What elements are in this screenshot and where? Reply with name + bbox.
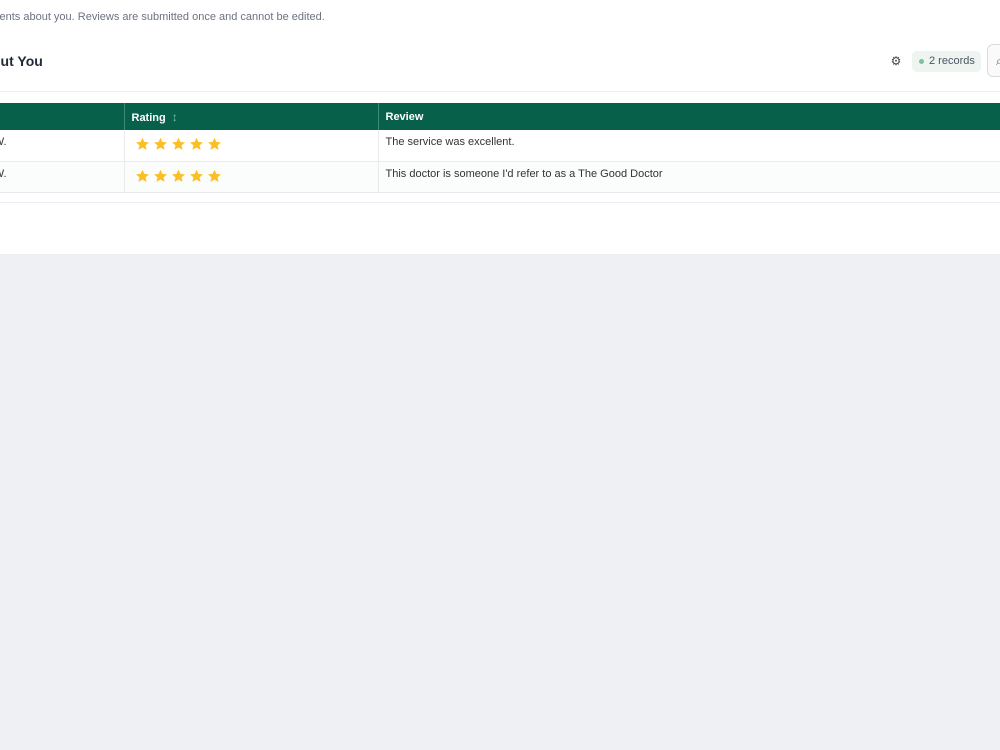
toolbar-button[interactable]: ⌕	[987, 44, 1000, 77]
search-icon: ⌕	[996, 54, 1000, 68]
review-cell: The service was excellent.	[378, 130, 1000, 162]
star-icon	[153, 137, 167, 150]
status-dot-icon	[919, 59, 924, 64]
column-header-patient[interactable]: tient	[0, 103, 125, 130]
star-icon	[171, 137, 185, 150]
star-rating	[132, 168, 222, 183]
star-icon	[135, 169, 149, 182]
star-icon	[189, 169, 203, 182]
gear-icon[interactable]: ⚙	[889, 54, 903, 68]
divider	[0, 91, 1000, 92]
patient-cell: omi W.	[0, 130, 125, 162]
records-count-badge: 2 records	[912, 51, 981, 72]
divider	[0, 202, 1000, 203]
panel-description: tients about you. Reviews are submitted …	[0, 11, 325, 23]
table-row: omi W. This doctor is someone I'd refer t…	[0, 161, 1000, 193]
reviews-panel: tients about you. Reviews are submitted …	[0, 0, 1000, 254]
rating-cell	[124, 161, 379, 193]
review-cell: This doctor is someone I'd refer to as a…	[378, 161, 1000, 193]
rating-cell	[124, 130, 379, 162]
table-row: omi W. The service was excellent.	[0, 130, 1000, 162]
records-count-label: 2 records	[929, 55, 975, 67]
star-icon	[207, 169, 221, 182]
star-icon	[207, 137, 221, 150]
star-icon	[189, 137, 203, 150]
column-header-review[interactable]: Review	[378, 103, 1000, 130]
column-header-rating[interactable]: Rating ↕	[124, 103, 379, 130]
patient-cell: omi W.	[0, 161, 125, 193]
star-rating	[132, 136, 222, 151]
star-icon	[135, 137, 149, 150]
table-header-row: tient Rating↕ Review	[0, 103, 1000, 130]
reviews-table: tient Rating↕ Review omi W. The service w…	[0, 103, 1000, 193]
star-icon	[171, 169, 185, 182]
panel-title: out You	[0, 53, 43, 69]
sort-icon[interactable]: ↕	[172, 110, 178, 124]
star-icon	[153, 169, 167, 182]
